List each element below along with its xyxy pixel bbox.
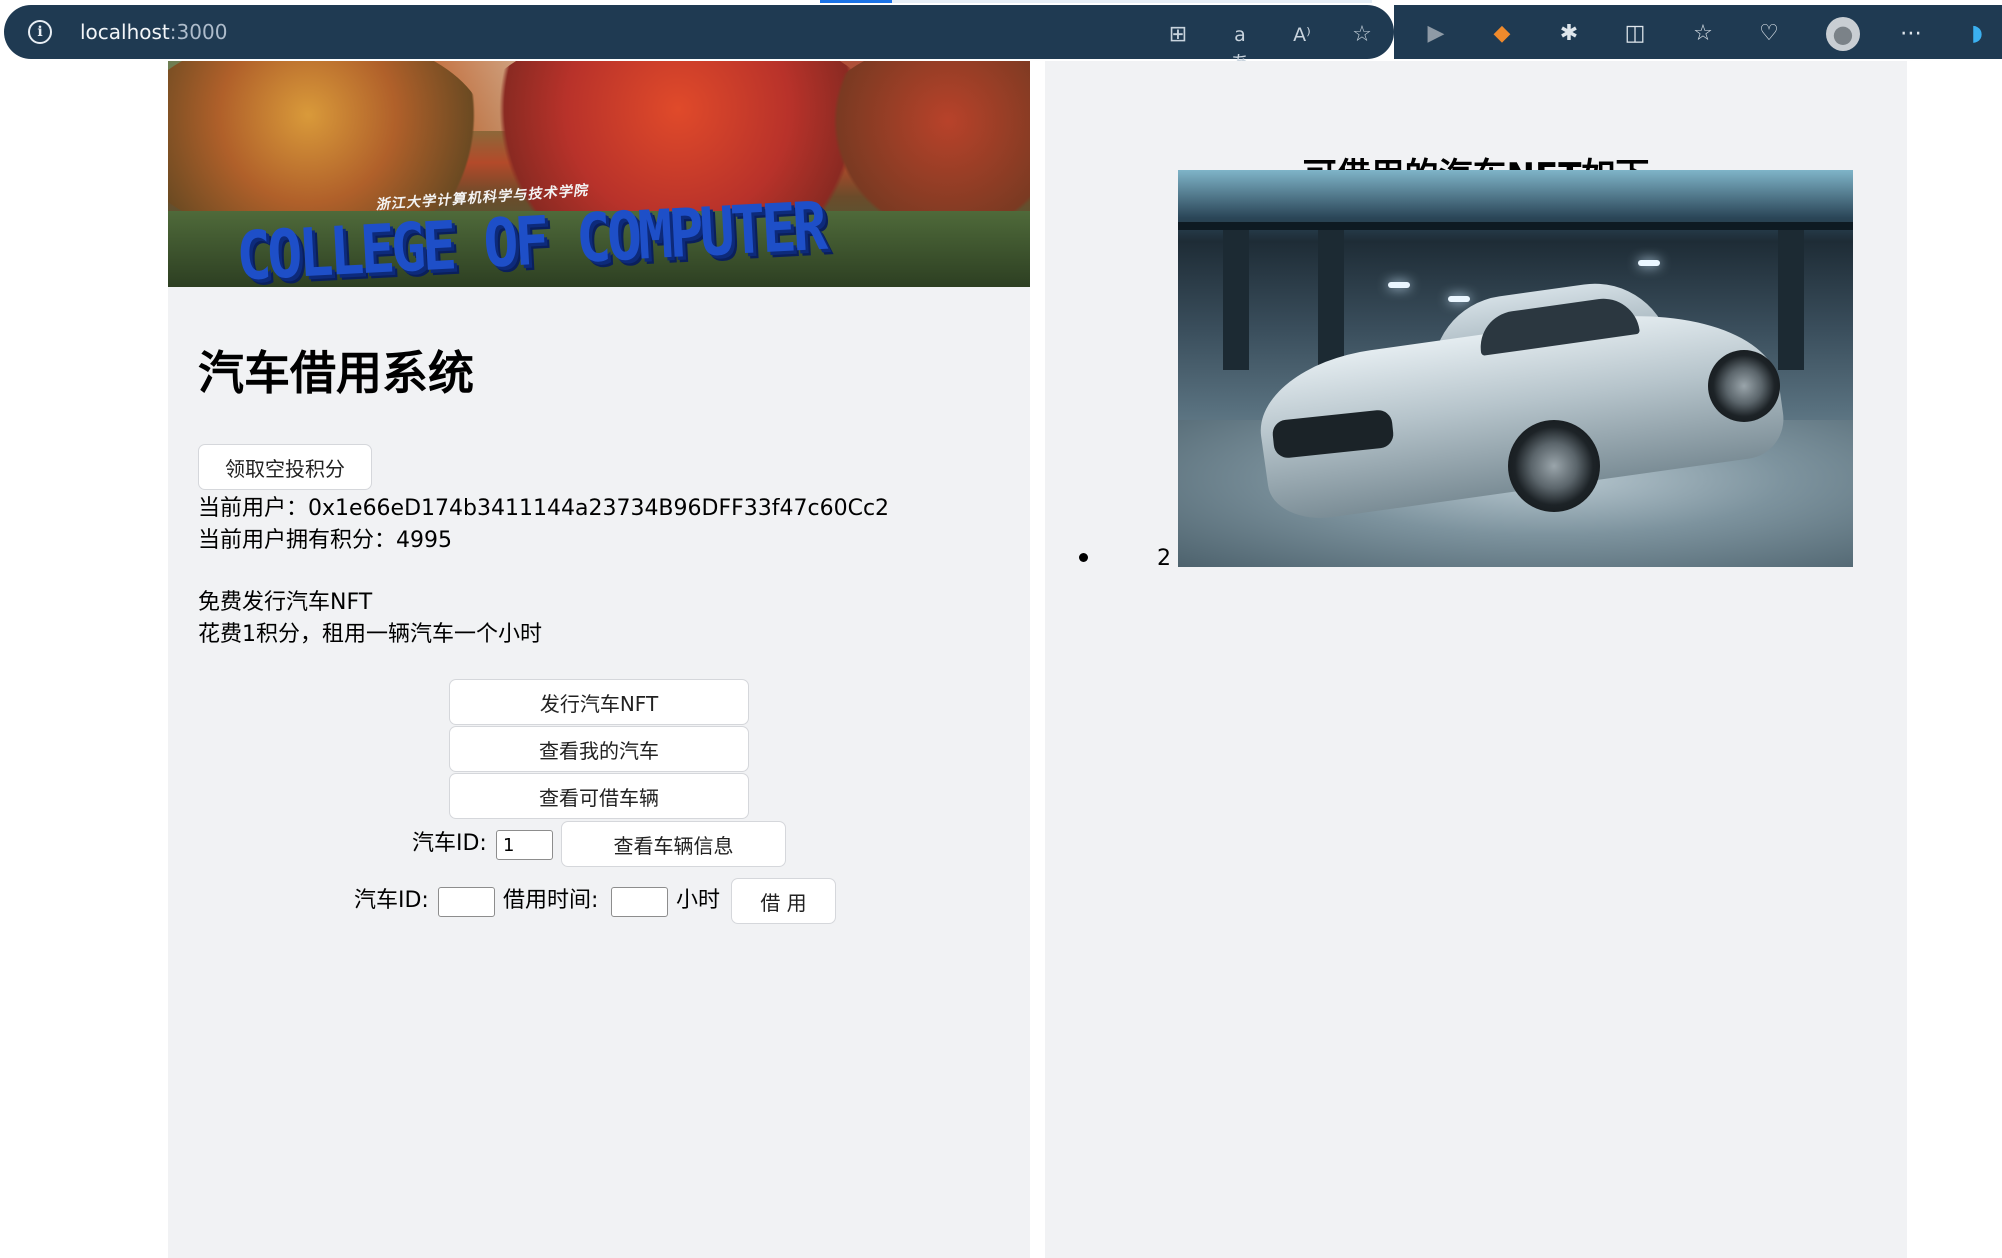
available-cars-panel: 可借用的汽车NFT如下 2 xyxy=(1045,61,1907,1258)
view-available-cars-button[interactable]: 查看可借车辆 xyxy=(449,773,749,819)
current-user-address: 0x1e66eD174b3411144a23734B96DFF33f47c60C… xyxy=(308,496,890,521)
ceiling-light xyxy=(1448,296,1470,302)
active-tab-indicator xyxy=(820,0,892,3)
extensions-toolbar: ▶ ◆ ✱ ◫ ☆ ♡ ● ⋯ ◗ xyxy=(1394,5,2002,59)
hours-label: 小时 xyxy=(676,888,721,913)
car-id-label: 汽车ID: xyxy=(412,831,487,856)
favorites-icon[interactable]: ☆ xyxy=(1688,19,1718,49)
college-banner-image: 浙江大学计算机科学与技术学院 COLLEGE OF COMPUTER SCIEN… xyxy=(168,61,1030,287)
garage-pillar xyxy=(1223,230,1249,370)
borrow-car-id-label: 汽车ID: xyxy=(354,888,429,913)
free-mint-note: 免费发行汽车NFT xyxy=(198,590,373,615)
borrow-car-id-input[interactable] xyxy=(438,887,495,917)
metamask-fox-icon[interactable]: ◆ xyxy=(1487,19,1517,49)
garage-pillar xyxy=(1778,230,1804,370)
more-menu-icon[interactable]: ⋯ xyxy=(1896,19,1926,49)
url-port: :3000 xyxy=(169,20,228,44)
play-icon[interactable]: ▶ xyxy=(1421,19,1451,49)
copilot-icon[interactable]: ◗ xyxy=(1962,19,1992,49)
garage-ceiling xyxy=(1178,222,1853,230)
borrow-system-panel: 浙江大学计算机科学与技术学院 COLLEGE OF COMPUTER SCIEN… xyxy=(168,61,1030,1258)
page-title: 汽车借用系统 xyxy=(198,346,474,400)
profile-avatar-icon[interactable]: ● xyxy=(1826,17,1860,51)
split-screen-icon[interactable]: ◫ xyxy=(1620,19,1650,49)
borrow-time-input[interactable] xyxy=(611,887,668,917)
tab-strip-highlight xyxy=(892,0,1372,3)
address-bar[interactable]: i localhost:3000 ⊞ aあ A⁾ ☆ xyxy=(4,5,1394,74)
rental-cost-note: 花费1积分，租用一辆汽车一个小时 xyxy=(198,622,542,647)
apps-icon[interactable]: ⊞ xyxy=(1164,21,1192,49)
browser-chrome: i localhost:3000 ⊞ aあ A⁾ ☆ ▶ ◆ ✱ ◫ ☆ ♡ ●… xyxy=(0,0,2002,74)
car-id-input[interactable] xyxy=(496,830,553,860)
browser-essentials-icon[interactable]: ♡ xyxy=(1754,19,1784,49)
car-id-text: 2 xyxy=(1157,546,1171,571)
favorite-star-icon[interactable]: ☆ xyxy=(1348,21,1376,49)
points-line: 当前用户拥有积分：4995 xyxy=(198,530,452,552)
current-user-line: 当前用户：0x1e66eD174b3411144a23734B96DFF33f4… xyxy=(198,498,889,520)
read-aloud-icon[interactable]: A⁾ xyxy=(1288,21,1316,49)
current-user-label: 当前用户： xyxy=(198,496,309,521)
mint-car-nft-button[interactable]: 发行汽车NFT xyxy=(449,679,749,725)
points-label: 当前用户拥有积分： xyxy=(198,528,397,553)
translate-icon[interactable]: aあ xyxy=(1226,21,1254,74)
list-bullet xyxy=(1079,553,1088,562)
car-nft-image[interactable] xyxy=(1178,170,1853,567)
view-my-cars-button[interactable]: 查看我的汽车 xyxy=(449,726,749,772)
url-text[interactable]: localhost:3000 xyxy=(80,20,227,44)
ceiling-light xyxy=(1638,260,1660,266)
points-value: 4995 xyxy=(396,528,453,553)
borrow-button[interactable]: 借 用 xyxy=(731,878,836,924)
view-car-info-button[interactable]: 查看车辆信息 xyxy=(561,821,786,867)
url-host: localhost xyxy=(80,20,170,44)
claim-airdrop-button[interactable]: 领取空投积分 xyxy=(198,444,372,490)
garage-pillar xyxy=(1318,230,1344,370)
extensions-icon[interactable]: ✱ xyxy=(1554,19,1584,49)
site-info-icon[interactable]: i xyxy=(28,20,52,44)
car-wheel xyxy=(1708,350,1780,422)
ceiling-light xyxy=(1388,282,1410,288)
borrow-time-label: 借用时间: xyxy=(503,888,599,913)
car-wheel xyxy=(1508,420,1600,512)
